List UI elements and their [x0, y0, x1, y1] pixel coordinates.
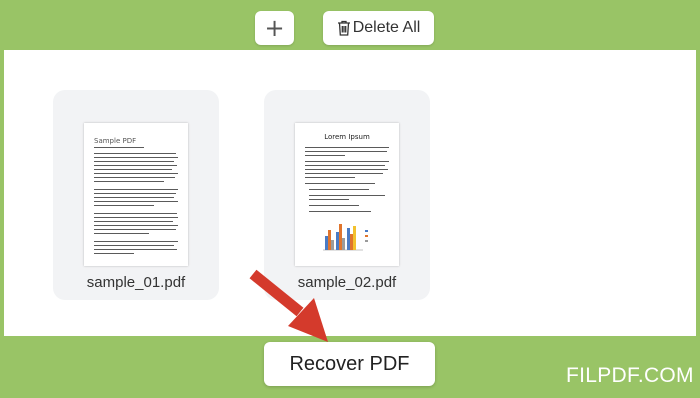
top-toolbar: + Delete All — [0, 0, 700, 50]
file-name: sample_01.pdf — [86, 274, 186, 291]
trash-icon — [337, 20, 350, 36]
pointer-arrow-icon — [249, 269, 328, 342]
mini-chart-icon — [323, 224, 368, 251]
thumbnail-title: Lorem Ipsum — [324, 133, 370, 141]
brand-logo: FILPDF.COM — [566, 364, 694, 387]
file-card[interactable]: Sample PDF sample_01.pdf — [53, 90, 219, 300]
file-panel: Sample PDF sample_01.pdf Lorem Ipsum sam… — [4, 50, 696, 336]
delete-all-button[interactable]: Delete All — [323, 11, 434, 45]
delete-all-label: Delete All — [352, 19, 421, 36]
recover-pdf-button[interactable]: Recover PDF — [264, 342, 435, 386]
pdf-thumbnail: Sample PDF — [84, 123, 188, 266]
thumbnail-title: Sample PDF — [94, 137, 137, 145]
pdf-thumbnail: Lorem Ipsum — [295, 123, 399, 266]
plus-icon: + — [264, 14, 285, 42]
add-file-button[interactable]: + — [255, 11, 294, 45]
